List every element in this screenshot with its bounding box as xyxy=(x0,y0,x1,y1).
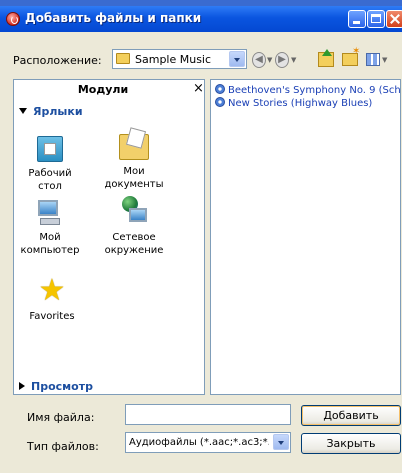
app-icon xyxy=(6,12,20,26)
view-menu-icon[interactable] xyxy=(366,53,380,66)
filetype-value: Аудиофайлы (*.aac;*.ac3;*. xyxy=(129,437,269,448)
place-my-documents[interactable]: Мои документы xyxy=(99,134,169,191)
place-label: Мой компьютер xyxy=(20,232,80,256)
place-label: Сетевое окружение xyxy=(104,232,164,256)
forward-icon[interactable]: ▶ xyxy=(275,52,289,68)
folder-icon xyxy=(116,53,130,64)
place-label: Мои документы xyxy=(104,166,164,190)
file-item[interactable]: Beethoven's Symphony No. 9 (Scherzo) xyxy=(215,84,401,96)
filetype-label: Тип файлов: xyxy=(27,440,99,453)
new-folder-icon[interactable] xyxy=(342,46,360,66)
collapsed-arrow-icon xyxy=(19,382,25,390)
audio-file-icon xyxy=(215,84,225,94)
star-icon: ★ xyxy=(38,273,66,308)
audio-file-icon xyxy=(215,97,225,107)
panel-title: Модули xyxy=(77,83,129,96)
file-item[interactable]: New Stories (Highway Blues) xyxy=(215,97,372,109)
place-favorites[interactable]: ★ Favorites xyxy=(17,273,87,323)
view-menu-chevron-icon[interactable]: ▼ xyxy=(382,52,387,68)
my-computer-icon xyxy=(37,198,63,226)
maximize-button[interactable] xyxy=(367,10,385,28)
back-icon[interactable]: ◀ xyxy=(252,52,266,68)
forward-history-icon[interactable]: ▼ xyxy=(291,52,296,68)
close-window-button[interactable] xyxy=(386,10,402,28)
network-icon xyxy=(119,196,149,226)
chevron-down-icon[interactable] xyxy=(273,434,289,450)
desktop-icon xyxy=(37,136,63,162)
minimize-button[interactable] xyxy=(348,10,366,28)
place-network[interactable]: Сетевое окружение xyxy=(99,196,169,257)
place-desktop[interactable]: Рабочий стол xyxy=(15,136,85,193)
back-history-icon[interactable]: ▼ xyxy=(267,52,272,68)
my-documents-icon xyxy=(119,134,149,160)
filename-label: Имя файла: xyxy=(27,411,95,424)
places-panel: Модули × Ярлыки Рабочий стол Мои докумен… xyxy=(13,79,205,395)
chevron-down-icon[interactable] xyxy=(229,51,245,67)
location-value: Sample Music xyxy=(135,53,212,66)
up-folder-icon[interactable] xyxy=(318,49,334,67)
close-button[interactable]: Закрыть xyxy=(301,433,401,454)
file-list[interactable]: Beethoven's Symphony No. 9 (Scherzo) New… xyxy=(210,79,401,395)
place-label: Рабочий стол xyxy=(28,168,72,192)
section-preview-label: Просмотр xyxy=(31,380,93,393)
place-my-computer[interactable]: Мой компьютер xyxy=(15,198,85,257)
filename-input[interactable] xyxy=(125,404,291,425)
section-shortcuts[interactable]: Ярлыки xyxy=(19,105,83,118)
title-bar[interactable]: Добавить файлы и папки xyxy=(0,6,402,32)
expanded-arrow-icon xyxy=(19,108,27,114)
panel-close-icon[interactable]: × xyxy=(193,81,204,96)
window-title: Добавить файлы и папки xyxy=(25,11,202,25)
place-label: Favorites xyxy=(29,311,75,322)
section-preview[interactable]: Просмотр xyxy=(19,380,93,393)
section-shortcuts-label: Ярлыки xyxy=(33,105,83,118)
file-name: New Stories (Highway Blues) xyxy=(228,98,373,109)
location-dropdown[interactable]: Sample Music xyxy=(112,49,247,69)
filetype-dropdown[interactable]: Аудиофайлы (*.aac;*.ac3;*. xyxy=(125,432,291,453)
file-name: Beethoven's Symphony No. 9 (Scherzo) xyxy=(228,85,401,96)
add-button[interactable]: Добавить xyxy=(301,405,401,426)
location-label: Расположение: xyxy=(13,54,102,67)
